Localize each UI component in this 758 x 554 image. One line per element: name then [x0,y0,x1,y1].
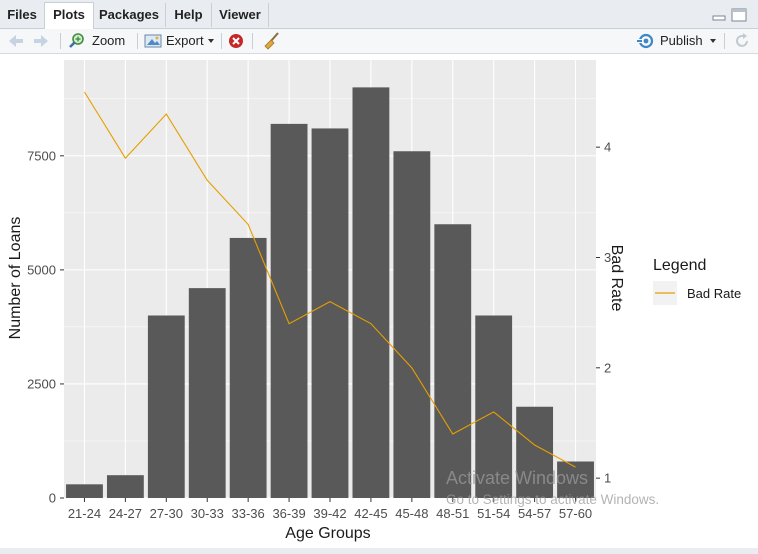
x-axis-title: Age Groups [285,525,370,542]
y2-tick-label: 1 [604,471,611,486]
publish-icon[interactable] [636,33,656,49]
publish-dropdown-chevron-down-icon[interactable] [709,38,717,44]
maximize-pane-icon[interactable] [731,8,747,22]
publish-button[interactable]: Publish [660,29,703,53]
x-tick-label: 42-45 [354,506,387,521]
export-image-icon[interactable] [144,33,162,49]
tab-plots[interactable]: Plots [44,2,94,29]
x-tick-label: 36-39 [272,506,305,521]
minimize-pane-icon[interactable] [712,9,726,21]
plot-viewer: 0 2500 5000 7500 1234 21-24 24-27 27-30 30-33 3… [0,54,758,548]
remove-plot-icon[interactable] [228,33,244,49]
bar-line-chart: 0250050007500 1234 21-24 24-27 27-30 30-33 3… [7,60,741,542]
tab-packages[interactable]: Packages [93,3,166,27]
pane-bottom-border [0,548,758,554]
y2-tick-label: 2 [604,360,611,375]
bar-48-51 [434,224,472,498]
x-tick-label: 30-33 [191,506,224,521]
x-tick-label: 21-24 [68,506,101,521]
x-tick-label: 48-51 [436,506,469,521]
bar-21-24 [66,484,103,498]
plots-toolbar: Zoom Export Publish [0,29,758,54]
right-axis-ticks: 1234 [596,140,611,486]
bar-27-30 [147,315,185,498]
x-tick-label: 45-48 [395,506,428,521]
y-tick-label: 0 [49,491,56,506]
secondary-y-axis-title: Bad Rate [608,245,625,312]
x-tick-label: 24-27 [109,506,142,521]
back-arrow-icon[interactable] [8,34,24,48]
zoom-button[interactable]: Zoom [92,29,125,53]
bar-33-36 [229,237,267,498]
bar-45-48 [393,151,431,498]
activate-windows-title: Activate Windows [446,468,588,488]
forward-arrow-icon[interactable] [33,34,49,48]
x-tick-label: 57-60 [559,506,592,521]
bar-36-39 [270,123,308,498]
bar-39-42 [311,128,349,498]
pane-tab-bar: Files Plots Packages Help Viewer [0,0,758,29]
export-button[interactable]: Export [166,29,204,53]
tab-help[interactable]: Help [166,3,212,27]
y2-tick-label: 4 [604,140,611,155]
activate-windows-subtitle: Go to Settings to activate Windows. [446,492,659,507]
x-tick-label: 54-57 [518,506,551,521]
y-tick-label: 5000 [27,262,56,277]
broom-clear-all-icon[interactable] [262,32,282,50]
tab-viewer[interactable]: Viewer [212,3,269,27]
bar-30-33 [188,288,226,498]
y-tick-label: 7500 [27,148,56,163]
export-dropdown-chevron-down-icon[interactable] [207,38,215,44]
x-tick-label: 39-42 [313,506,346,521]
legend-title: Legend [653,257,706,274]
zoom-magnifier-icon[interactable] [68,32,86,50]
x-tick-label: 51-54 [477,506,510,521]
left-axis-ticks: 0 2500 5000 7500 [27,148,64,506]
x-tick-label: 27-30 [150,506,183,521]
bar-42-45 [352,87,390,498]
refresh-icon[interactable] [733,32,751,50]
bar-24-27 [106,475,144,498]
y-axis-title: Number of Loans [7,217,24,340]
x-tick-label: 33-36 [232,506,265,521]
tab-files[interactable]: Files [0,3,45,27]
legend-label-bad-rate: Bad Rate [687,286,741,301]
y-tick-label: 2500 [27,376,56,391]
